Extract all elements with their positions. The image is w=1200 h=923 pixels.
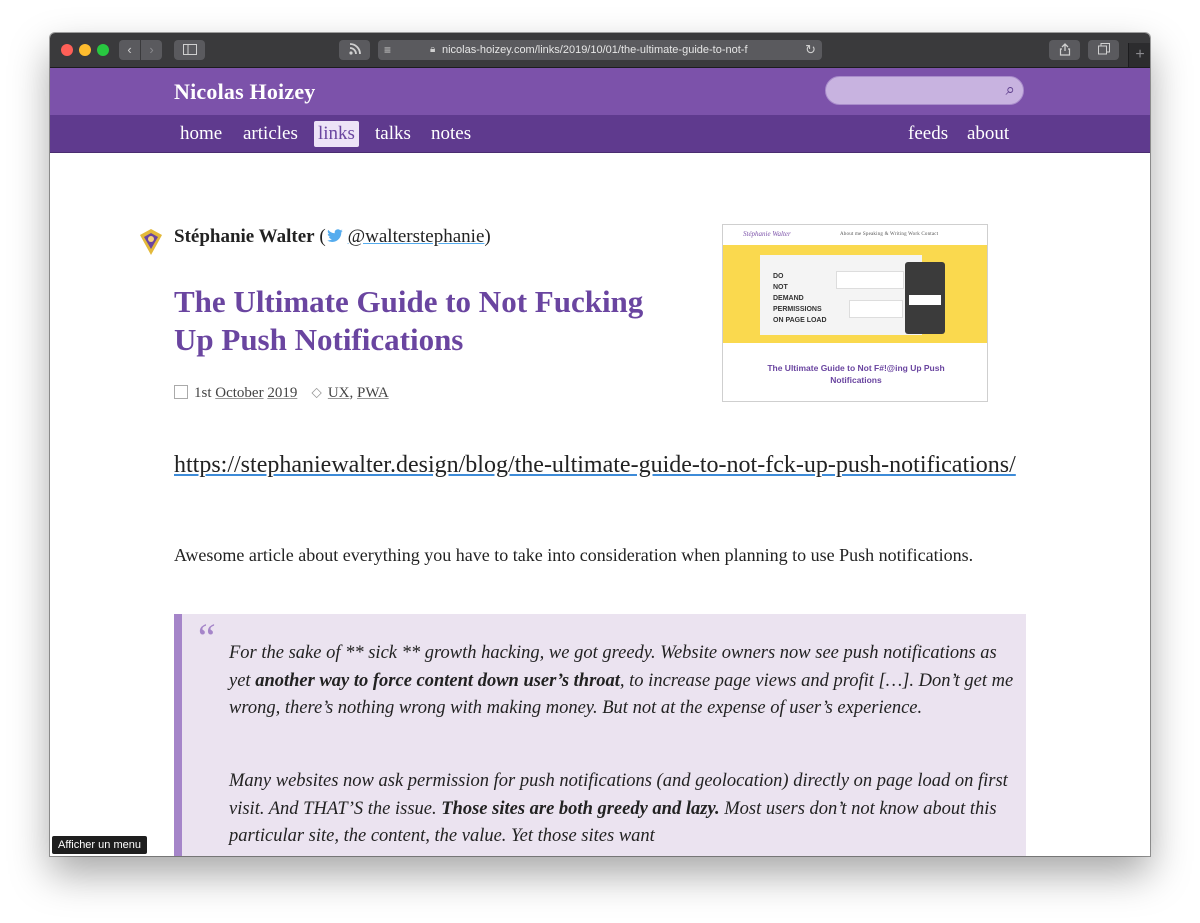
quote-paragraph: Many websites now ask permission for pus… (229, 771, 1008, 846)
preview-nav: Stéphanie Walter About me Speaking & Wri… (723, 225, 987, 245)
search-icon[interactable]: ⌕ (1005, 80, 1015, 100)
reader-icon[interactable]: ≡ (384, 40, 391, 60)
post-description: Awesome article about everything you hav… (174, 545, 974, 565)
zoom-window-button[interactable] (97, 44, 109, 56)
calendar-icon (174, 385, 188, 399)
quote-paragraph: For the sake of ** sick ** growth hackin… (229, 643, 1014, 718)
nav-notes[interactable]: notes (427, 121, 475, 147)
post-title[interactable]: The Ultimate Guide to Not Fucking Up Pus… (174, 283, 644, 359)
back-button[interactable]: ‹ (119, 40, 140, 60)
author-avatar (140, 229, 162, 255)
reload-icon[interactable]: ↻ (805, 40, 816, 60)
nav-talks[interactable]: talks (371, 121, 415, 147)
external-link[interactable]: https://stephaniewalter.design/blog/the-… (174, 448, 1034, 483)
nav-home[interactable]: home (176, 121, 226, 147)
sidebar-button[interactable] (174, 40, 205, 60)
rss-button[interactable] (339, 40, 370, 60)
preview-text: DO NOT DEMAND PERMISSIONS ON PAGE LOAD (773, 273, 827, 324)
author-paren-close: ) (484, 226, 491, 247)
preview-logo: Stéphanie Walter (743, 230, 791, 238)
rss-icon (348, 43, 361, 55)
share-button[interactable] (1049, 40, 1080, 60)
preview-nav-links: About me Speaking & Writing Work Contact (840, 232, 939, 237)
author-line: Stéphanie Walter ( @walterstephanie) (174, 226, 491, 248)
browser-window: ‹ › ≡ 🔒︎ nicolas-hoizey.com/links/2019/1… (50, 33, 1150, 856)
lock-icon: 🔒︎ (430, 44, 436, 55)
menu-tooltip: Afficher un menu (52, 836, 147, 854)
tag-link-pwa[interactable]: PWA (357, 385, 389, 401)
main-nav: home articles links talks notes feeds ab… (50, 115, 1150, 153)
share-icon (1059, 43, 1070, 56)
quote-mark-icon: “ (194, 615, 217, 660)
tabs-overview-button[interactable] (1088, 40, 1119, 60)
close-window-button[interactable] (61, 44, 73, 56)
new-tab-button[interactable]: + (1128, 43, 1150, 67)
author-paren-open: ( (314, 226, 326, 247)
chevron-right-icon: › (149, 42, 154, 57)
plus-icon: + (1135, 46, 1145, 63)
site-title[interactable]: Nicolas Hoizey (174, 79, 316, 105)
date-year-link[interactable]: 2019 (267, 385, 297, 401)
chevron-left-icon: ‹ (127, 42, 132, 57)
tag-icon: ⬦ (311, 385, 322, 401)
browser-toolbar: ‹ › ≡ 🔒︎ nicolas-hoizey.com/links/2019/1… (50, 33, 1150, 68)
tabs-icon (1097, 43, 1110, 55)
sidebar-icon (182, 44, 197, 55)
preview-notification (849, 300, 903, 318)
search-input[interactable]: ⌕ (825, 76, 1024, 105)
preview-phone-screen (909, 295, 941, 305)
tag-link-ux[interactable]: UX (328, 385, 350, 401)
blockquote: “ For the sake of ** sick ** growth hack… (174, 614, 1026, 856)
date-day: 1st (194, 385, 212, 401)
preview-notification (836, 271, 904, 289)
nav-links[interactable]: links (314, 121, 359, 147)
nav-articles[interactable]: articles (239, 121, 302, 147)
author-twitter-link[interactable]: @walterstephanie (348, 226, 485, 247)
address-bar[interactable]: ≡ 🔒︎ nicolas-hoizey.com/links/2019/10/01… (378, 40, 822, 60)
post-meta: 1st October 2019 ⬦ UX, PWA (174, 384, 389, 402)
site-header: Nicolas Hoizey ⌕ (50, 68, 1150, 115)
minimize-window-button[interactable] (79, 44, 91, 56)
forward-button[interactable]: › (141, 40, 162, 60)
nav-about[interactable]: about (963, 121, 1013, 147)
date-month-link[interactable]: October (215, 385, 263, 401)
link-preview-image[interactable]: Stéphanie Walter About me Speaking & Wri… (722, 224, 988, 402)
url-text[interactable]: nicolas-hoizey.com/links/2019/10/01/the-… (442, 40, 802, 60)
author-name[interactable]: Stéphanie Walter (174, 226, 315, 247)
twitter-icon (326, 229, 343, 242)
preview-title: The Ultimate Guide to Not F#!@ing Up Pus… (767, 363, 945, 385)
nav-feeds[interactable]: feeds (904, 121, 952, 147)
